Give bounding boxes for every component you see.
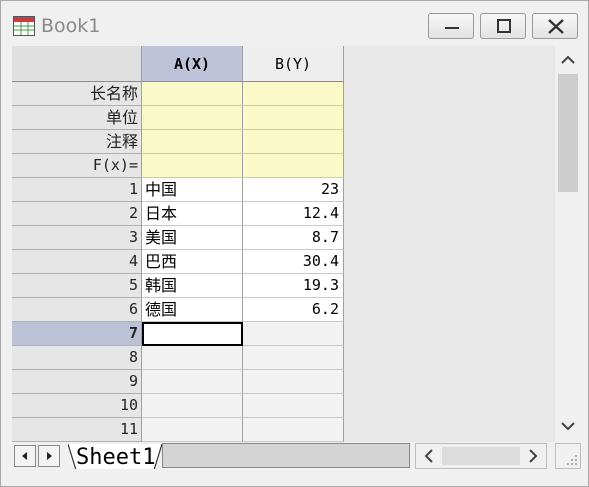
row-header[interactable]: 3 (12, 226, 142, 250)
row-header[interactable]: 5 (12, 274, 142, 298)
row-header-fx[interactable]: F(x)= (12, 154, 142, 178)
cell-a[interactable] (142, 370, 243, 394)
scroll-up-icon[interactable] (555, 48, 581, 72)
row-header[interactable]: 11 (12, 418, 142, 442)
cell-fx-b[interactable] (243, 154, 344, 178)
worksheet-grid[interactable]: A(X) B(Y) 长名称 单位 注释 F(x)= 1 中国 23 2 日本 1… (12, 46, 555, 442)
cell-b[interactable] (243, 394, 344, 418)
row-header-active[interactable]: 7 (12, 322, 142, 346)
resize-grip-icon (567, 455, 577, 465)
column-header-b[interactable]: B(Y) (243, 46, 344, 82)
row-header[interactable]: 2 (12, 202, 142, 226)
size-grip[interactable] (555, 443, 581, 469)
cell-a[interactable]: 韩国 (142, 274, 243, 298)
title-bar[interactable]: Book1 (1, 1, 588, 45)
row-header-comments[interactable]: 注释 (12, 130, 142, 154)
cell-a[interactable] (142, 418, 243, 442)
scroll-down-icon[interactable] (555, 414, 581, 438)
sheet-next-button[interactable] (38, 445, 60, 467)
cell-a[interactable]: 日本 (142, 202, 243, 226)
cell-b[interactable] (243, 370, 344, 394)
row-header[interactable]: 6 (12, 298, 142, 322)
vertical-scrollbar[interactable] (555, 46, 581, 442)
cell-a[interactable]: 中国 (142, 178, 243, 202)
cell-fx-a[interactable] (142, 154, 243, 178)
cell-comments-b[interactable] (243, 130, 344, 154)
row-header[interactable]: 8 (12, 346, 142, 370)
sheet-prev-button[interactable] (14, 445, 36, 467)
triangle-right-icon (47, 452, 52, 460)
maximize-icon (497, 19, 511, 33)
cell-b[interactable]: 6.2 (243, 298, 344, 322)
cell-units-b[interactable] (243, 106, 344, 130)
cell-a[interactable]: 德国 (142, 298, 243, 322)
worksheet-icon (13, 16, 35, 36)
maximize-button[interactable] (480, 13, 526, 39)
workbook-window: Book1 A(X) B(Y) 长名称 单位 注释 F(x)= 1 中国 23 … (0, 0, 589, 487)
cell-units-a[interactable] (142, 106, 243, 130)
cell-b[interactable] (243, 346, 344, 370)
cell-b[interactable]: 19.3 (243, 274, 344, 298)
cell-long-name-a[interactable] (142, 82, 243, 106)
cell-b[interactable]: 8.7 (243, 226, 344, 250)
row-header[interactable]: 9 (12, 370, 142, 394)
cell-b[interactable]: 30.4 (243, 250, 344, 274)
cell-long-name-b[interactable] (243, 82, 344, 106)
cell-b[interactable]: 23 (243, 178, 344, 202)
cell-b[interactable] (243, 418, 344, 442)
sheet-tab-label[interactable]: Sheet1 (76, 445, 155, 470)
sheet-bar: Sheet1 (12, 442, 581, 472)
row-header[interactable]: 1 (12, 178, 142, 202)
horizontal-scroll-thumb[interactable] (442, 447, 520, 465)
triangle-left-icon (22, 452, 27, 460)
row-header-long-name[interactable]: 长名称 (12, 82, 142, 106)
scroll-left-icon[interactable] (418, 446, 440, 466)
select-all-corner[interactable] (12, 46, 142, 82)
minimize-icon (445, 27, 459, 29)
cell-a[interactable] (142, 346, 243, 370)
row-header[interactable]: 10 (12, 394, 142, 418)
cell-a[interactable]: 美国 (142, 226, 243, 250)
active-cell[interactable] (142, 322, 243, 346)
cell-a[interactable] (142, 394, 243, 418)
close-button[interactable] (532, 13, 578, 39)
cell-a[interactable]: 巴西 (142, 250, 243, 274)
close-icon (548, 19, 564, 34)
horizontal-scrollbar[interactable] (415, 443, 547, 469)
minimize-button[interactable] (428, 13, 474, 39)
tab-strip (162, 443, 410, 468)
scroll-right-icon[interactable] (522, 446, 544, 466)
cell-b[interactable] (243, 322, 344, 346)
row-header-units[interactable]: 单位 (12, 106, 142, 130)
column-header-a[interactable]: A(X) (142, 46, 243, 82)
vertical-scroll-thumb[interactable] (558, 74, 578, 192)
row-header[interactable]: 4 (12, 250, 142, 274)
window-title: Book1 (41, 15, 101, 37)
cell-comments-a[interactable] (142, 130, 243, 154)
cell-b[interactable]: 12.4 (243, 202, 344, 226)
grid-empty-area (344, 46, 555, 442)
